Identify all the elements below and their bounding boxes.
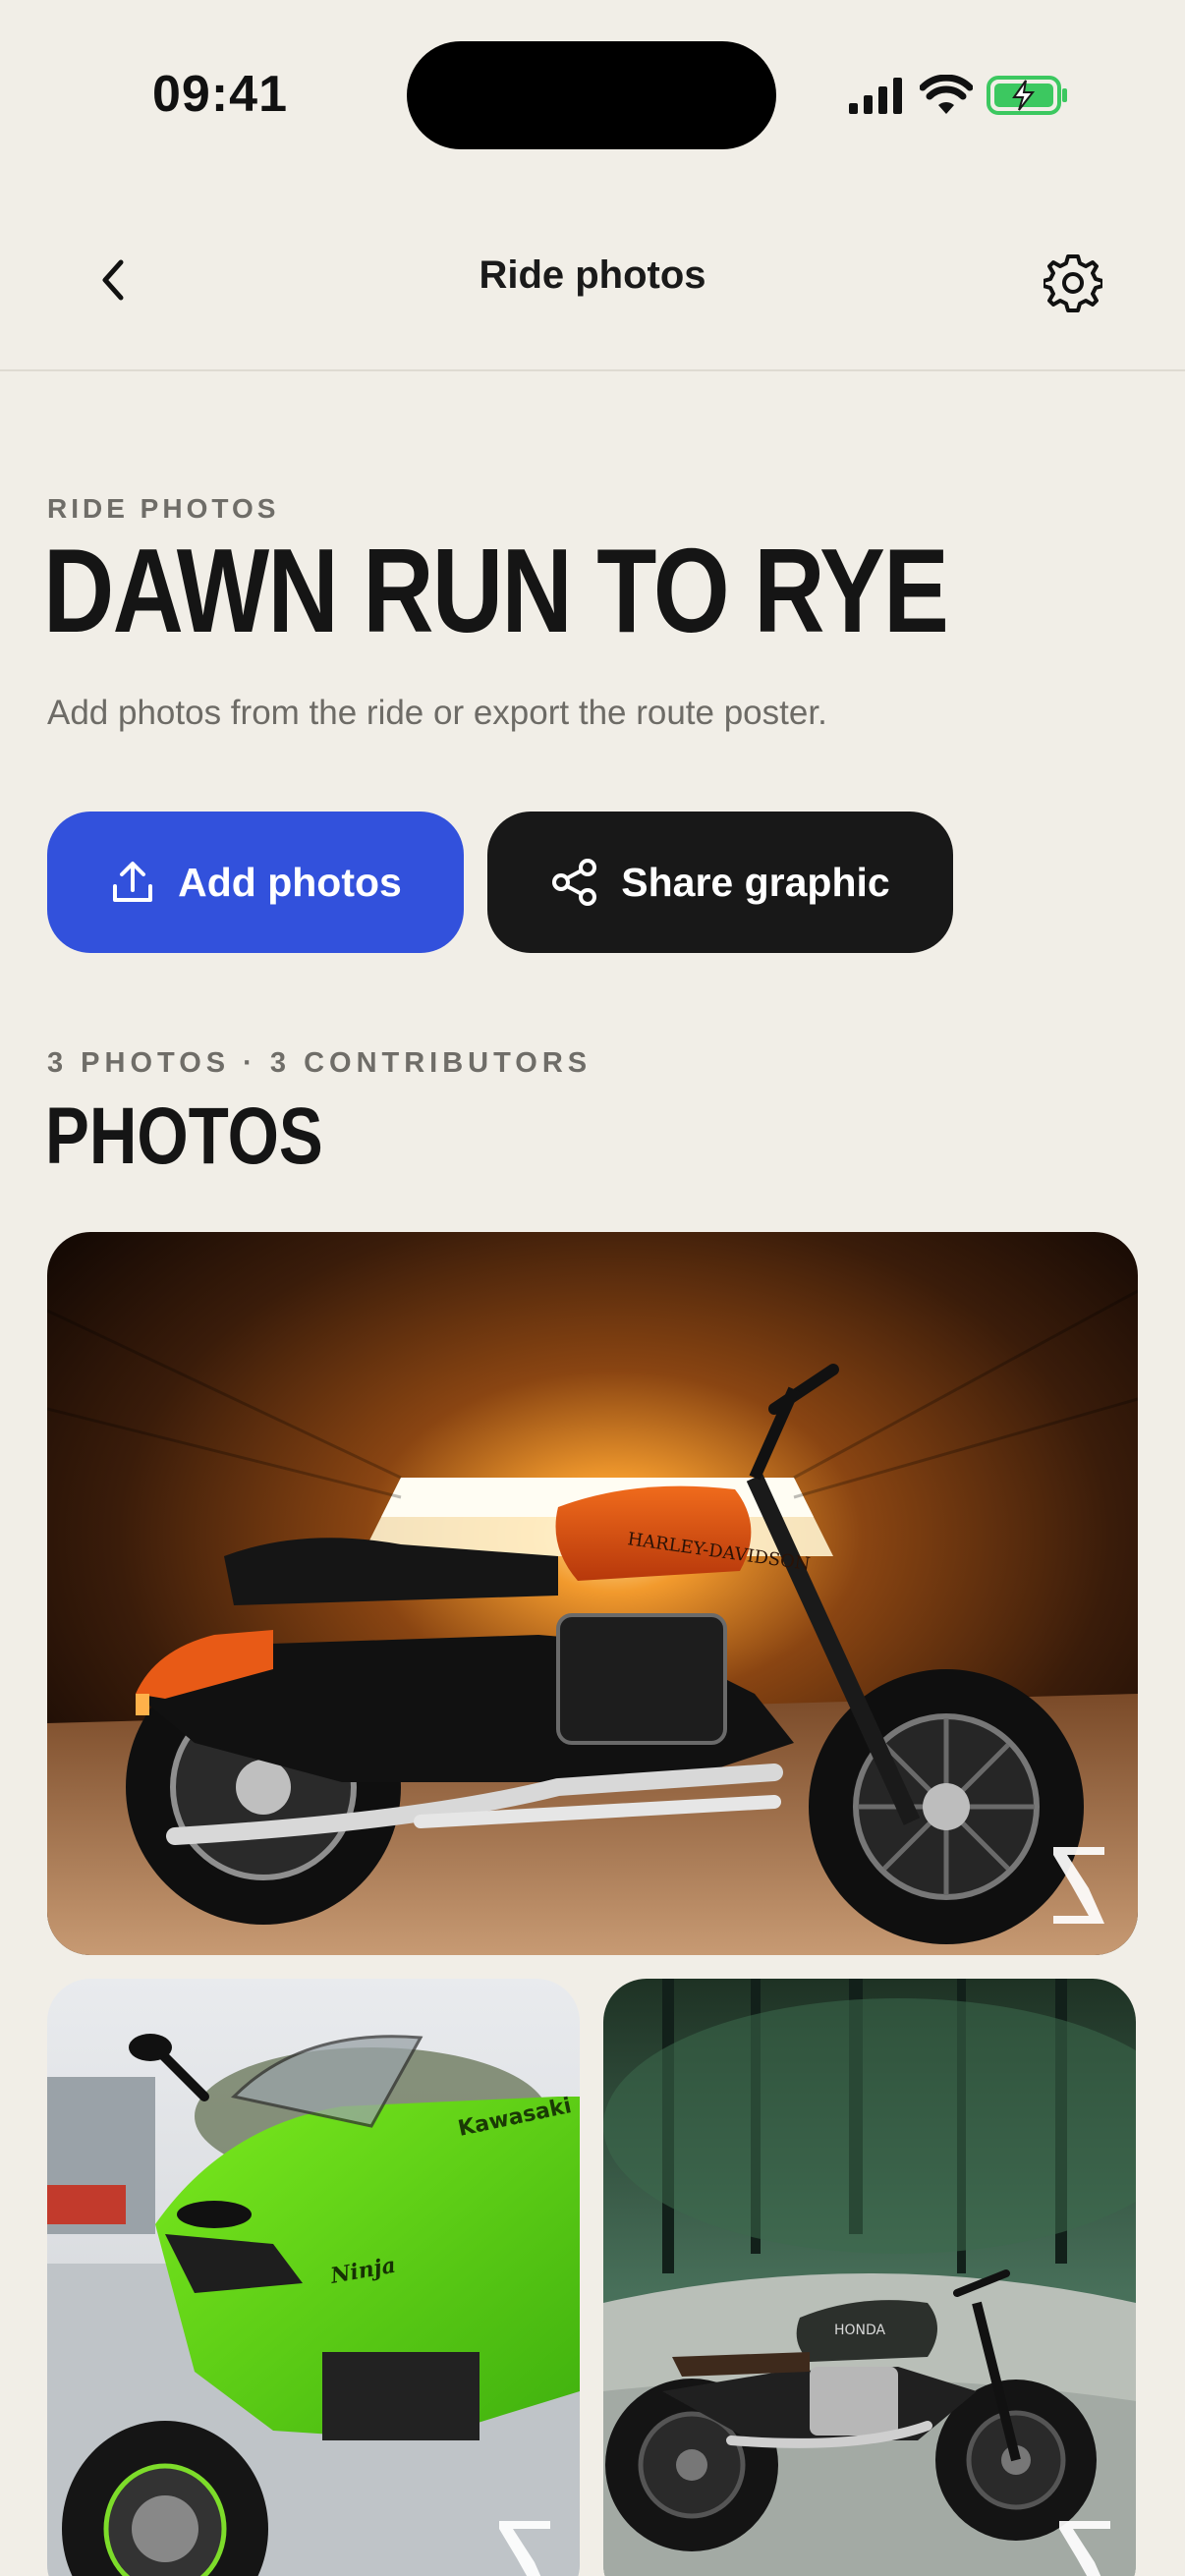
cafe-racer-motorcycle-photo: HONDA — [603, 1979, 1136, 2576]
page-title: DAWN RUN TO RYE — [43, 524, 949, 657]
watermark-logo-icon — [499, 2521, 550, 2576]
add-photos-button[interactable]: Add photos — [47, 812, 464, 953]
cruiser-motorcycle-photo: HARLEY-DAVIDSON — [47, 1232, 1138, 1955]
battery-icon — [987, 76, 1067, 115]
eyebrow-label: RIDE PHOTOS — [47, 493, 280, 524]
share-icon — [552, 859, 597, 906]
upload-icon — [113, 862, 153, 902]
share-graphic-button[interactable]: Share graphic — [487, 812, 953, 953]
status-time: 09:41 — [152, 66, 288, 123]
watermark-logo-icon — [1059, 2521, 1110, 2576]
gear-icon — [1044, 254, 1102, 312]
photos-meta: 3 PHOTOS · 3 CONTRIBUTORS — [47, 1047, 592, 1079]
signal-icon — [849, 78, 902, 114]
photo-card-3[interactable]: HONDA — [603, 1979, 1136, 2576]
status-bar: 09:41 — [0, 0, 1185, 187]
photo-card-1[interactable]: HARLEY-DAVIDSON — [47, 1232, 1138, 1955]
wifi-icon — [920, 75, 973, 114]
share-graphic-label: Share graphic — [621, 859, 890, 905]
page-subtitle: Add photos from the ride or export the r… — [47, 694, 827, 732]
sport-motorcycle-photo: Kawasaki Ninja — [47, 1979, 580, 2576]
nav-bar: Ride photos — [0, 216, 1185, 371]
status-icons — [847, 71, 1069, 120]
photos-title: PHOTOS — [45, 1092, 323, 1181]
add-photos-label: Add photos — [178, 859, 402, 905]
settings-button[interactable] — [1036, 246, 1110, 320]
tank-brand-text: HONDA — [834, 2323, 886, 2338]
dynamic-island — [407, 41, 776, 149]
watermark-logo-icon — [1053, 1847, 1104, 1924]
photo-card-2[interactable]: Kawasaki Ninja — [47, 1979, 580, 2576]
nav-title: Ride photos — [479, 253, 706, 297]
